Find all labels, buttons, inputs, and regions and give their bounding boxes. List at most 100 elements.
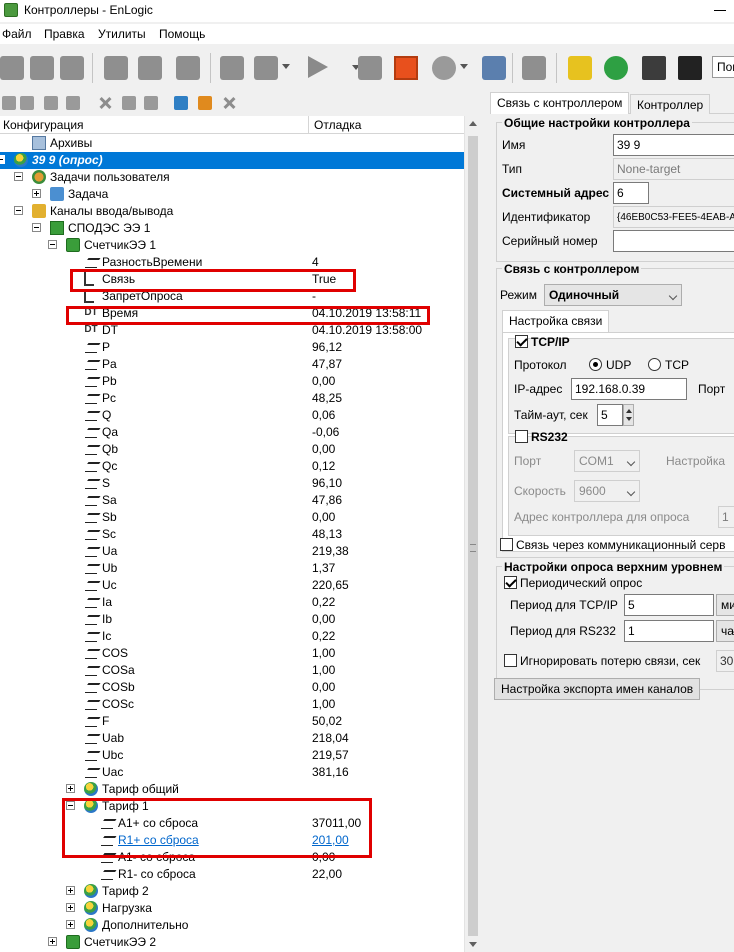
speed-select[interactable]: 9600 (574, 480, 640, 502)
tab-link[interactable]: Связь с контроллером (490, 92, 630, 115)
document-icon[interactable] (482, 56, 506, 80)
tree-row[interactable]: Каналы ввода/вывода (0, 203, 464, 220)
timeout-spinner[interactable] (623, 404, 634, 426)
scroll-down-icon[interactable] (469, 942, 477, 947)
report-icon[interactable] (642, 56, 666, 80)
cut-icon[interactable] (104, 56, 128, 80)
tree-row[interactable]: 39 9 (опрос) (0, 152, 464, 169)
settings-gear-icon[interactable] (522, 56, 546, 80)
tree-row[interactable]: Дополнительно (0, 917, 464, 934)
collapse-icon[interactable] (14, 172, 23, 181)
subtab-link-settings[interactable]: Настройка связи (502, 310, 610, 332)
terminal-icon[interactable] (678, 56, 702, 80)
tool-icon-3[interactable] (44, 96, 58, 110)
expand-icon[interactable] (66, 903, 75, 912)
tcpip-checkbox[interactable] (515, 335, 528, 348)
rename-node-icon[interactable] (198, 96, 212, 110)
tree-row[interactable]: Задачи пользователя (0, 169, 464, 186)
delete-node-icon[interactable] (222, 96, 236, 110)
controller-upload-icon[interactable] (568, 56, 592, 80)
tree-row[interactable]: Sb 0,00 (0, 509, 464, 526)
tree-row[interactable]: Нагрузка (0, 900, 464, 917)
tree-row[interactable]: Ib 0,00 (0, 611, 464, 628)
tree-row[interactable]: P 96,12 (0, 339, 464, 356)
tree-row[interactable]: COSb 0,00 (0, 679, 464, 696)
tree-row[interactable]: S 96,10 (0, 475, 464, 492)
tree-row[interactable]: СчетчикЭЭ 2 (0, 934, 464, 951)
tree-row[interactable]: Uac 381,16 (0, 764, 464, 781)
tree-row[interactable]: Ia 0,22 (0, 594, 464, 611)
tree-row[interactable]: R1- со сброса 22,00 (0, 866, 464, 883)
comm-server-checkbox[interactable] (500, 538, 513, 551)
menu-help[interactable]: Помощь (159, 27, 205, 41)
tool-icon-2[interactable] (20, 96, 34, 110)
download-binary-icon[interactable] (254, 56, 290, 80)
expand-icon[interactable] (66, 784, 75, 793)
cut-tool-icon[interactable] (98, 96, 112, 110)
ip-address-field[interactable]: 192.168.0.39 (571, 378, 687, 400)
tree-row[interactable]: Pc 48,25 (0, 390, 464, 407)
tree-row[interactable]: Ua 219,38 (0, 543, 464, 560)
run-icon[interactable] (308, 56, 360, 78)
tree-row[interactable]: COSa 1,00 (0, 662, 464, 679)
tree-row[interactable]: Q 0,06 (0, 407, 464, 424)
paste-icon[interactable] (176, 56, 200, 80)
rs-period-unit[interactable]: ча (716, 620, 734, 642)
tree-row[interactable]: Qb 0,00 (0, 441, 464, 458)
expand-icon[interactable] (66, 920, 75, 929)
tree-row[interactable]: Uc 220,65 (0, 577, 464, 594)
rs232-checkbox[interactable] (515, 430, 528, 443)
menu-edit[interactable]: Правка (44, 27, 85, 41)
record-icon[interactable] (432, 56, 468, 80)
tree-row[interactable]: Ic 0,22 (0, 628, 464, 645)
expand-icon[interactable] (48, 937, 57, 946)
tab-controller[interactable]: Контроллер (630, 94, 711, 114)
tree-row[interactable]: Ubc 219,57 (0, 747, 464, 764)
menu-utilities[interactable]: Утилиты (98, 27, 146, 41)
column-divider[interactable] (308, 116, 309, 134)
tree-row[interactable]: СПОДЭС ЭЭ 1 (0, 220, 464, 237)
scroll-thumb[interactable] (468, 136, 478, 936)
udp-radio[interactable] (589, 358, 602, 371)
new-icon[interactable] (0, 56, 24, 80)
open-icon[interactable] (30, 56, 54, 80)
rs-period-field[interactable]: 1 (624, 620, 714, 642)
tool-icon-4[interactable] (66, 96, 80, 110)
search-input[interactable]: Пои (712, 56, 734, 78)
paste-tool-icon[interactable] (144, 96, 158, 110)
save-icon[interactable] (60, 56, 84, 80)
collapse-icon[interactable] (48, 240, 57, 249)
menu-file[interactable]: Файл (2, 27, 32, 41)
expand-icon[interactable] (66, 886, 75, 895)
add-node-icon[interactable] (174, 96, 188, 110)
collapse-icon[interactable] (14, 206, 23, 215)
tree-row[interactable]: Qc 0,12 (0, 458, 464, 475)
copy-tool-icon[interactable] (122, 96, 136, 110)
column-config[interactable]: Конфигурация (3, 118, 84, 132)
tree-scrollbar[interactable] (464, 116, 481, 952)
tree-row[interactable]: F 50,02 (0, 713, 464, 730)
tree-row[interactable]: Pa 47,87 (0, 356, 464, 373)
tree-row[interactable]: COSc 1,00 (0, 696, 464, 713)
tree-row[interactable]: Тариф 2 (0, 883, 464, 900)
refresh-icon[interactable] (604, 56, 628, 80)
export-channel-names-button[interactable]: Настройка экспорта имен каналов (494, 678, 701, 700)
com-port-select[interactable]: COM1 (574, 450, 640, 472)
system-address-field[interactable]: 6 (613, 182, 649, 204)
tree-row[interactable]: COS 1,00 (0, 645, 464, 662)
tree-row[interactable]: Uab 218,04 (0, 730, 464, 747)
tree-row[interactable]: Тариф общий (0, 781, 464, 798)
copy-icon[interactable] (138, 56, 162, 80)
tree-row[interactable]: Ub 1,37 (0, 560, 464, 577)
tree-row[interactable]: СчетчикЭЭ 1 (0, 237, 464, 254)
tool-icon-1[interactable] (2, 96, 16, 110)
tcp-period-unit[interactable]: ми (716, 594, 734, 616)
tree-row[interactable]: Qa -0,06 (0, 424, 464, 441)
ignore-loss-checkbox[interactable] (504, 654, 517, 667)
scroll-up-icon[interactable] (469, 121, 477, 126)
name-field[interactable]: 39 9 (613, 134, 734, 156)
collapse-icon[interactable] (32, 223, 41, 232)
numbered-list-icon[interactable] (220, 56, 244, 80)
tree-row[interactable]: Архивы (0, 135, 464, 152)
tcp-radio[interactable] (648, 358, 661, 371)
